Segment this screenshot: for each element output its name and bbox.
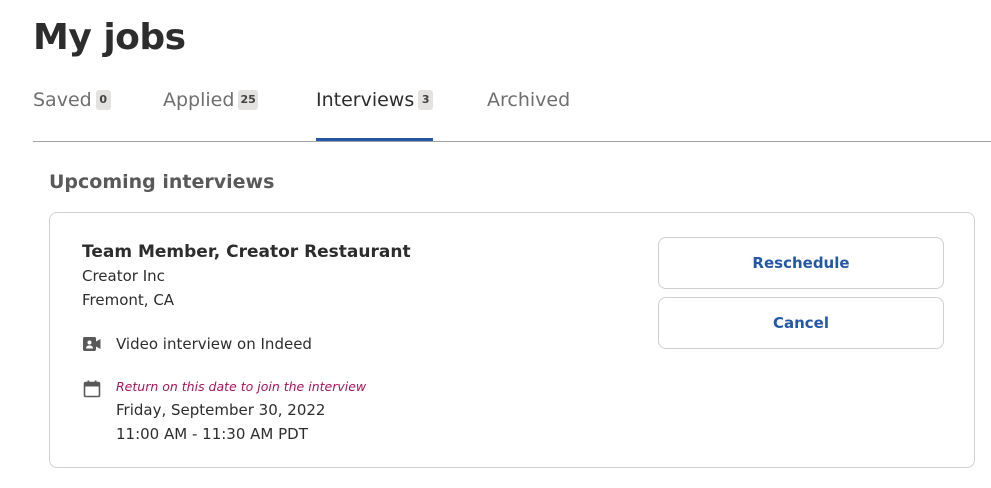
tab-interviews[interactable]: Interviews 3 <box>316 80 434 141</box>
calendar-icon <box>83 380 101 398</box>
tab-saved[interactable]: Saved 0 <box>33 80 111 140</box>
tab-archived-label: Archived <box>487 89 571 111</box>
tab-applied-count-badge: 25 <box>238 90 258 110</box>
job-location: Fremont, CA <box>82 291 175 309</box>
section-title: Upcoming interviews <box>49 171 275 193</box>
interview-type: Video interview on Indeed <box>116 335 312 353</box>
tab-interviews-count-badge: 3 <box>418 90 434 110</box>
interview-time: 11:00 AM - 11:30 AM PDT <box>116 425 308 443</box>
tab-saved-count-badge: 0 <box>95 90 111 110</box>
video-camera-icon <box>83 337 101 351</box>
tab-applied[interactable]: Applied 25 <box>163 80 258 140</box>
company-name: Creator Inc <box>82 267 165 285</box>
date-note: Return on this date to join the intervie… <box>116 379 367 394</box>
tab-applied-label: Applied <box>163 89 235 111</box>
tab-archived[interactable]: Archived <box>487 80 570 140</box>
tab-saved-label: Saved <box>33 89 92 111</box>
job-title: Team Member, Creator Restaurant <box>82 242 411 262</box>
cancel-button[interactable]: Cancel <box>658 297 944 349</box>
page-title: My jobs <box>33 17 186 58</box>
tab-interviews-label: Interviews <box>316 89 415 111</box>
reschedule-button[interactable]: Reschedule <box>658 237 944 289</box>
interview-card: Team Member, Creator Restaurant Creator … <box>49 212 975 468</box>
job-tabs: Saved 0 Applied 25 Interviews 3 Archived <box>33 80 991 142</box>
interview-date: Friday, September 30, 2022 <box>116 401 326 419</box>
